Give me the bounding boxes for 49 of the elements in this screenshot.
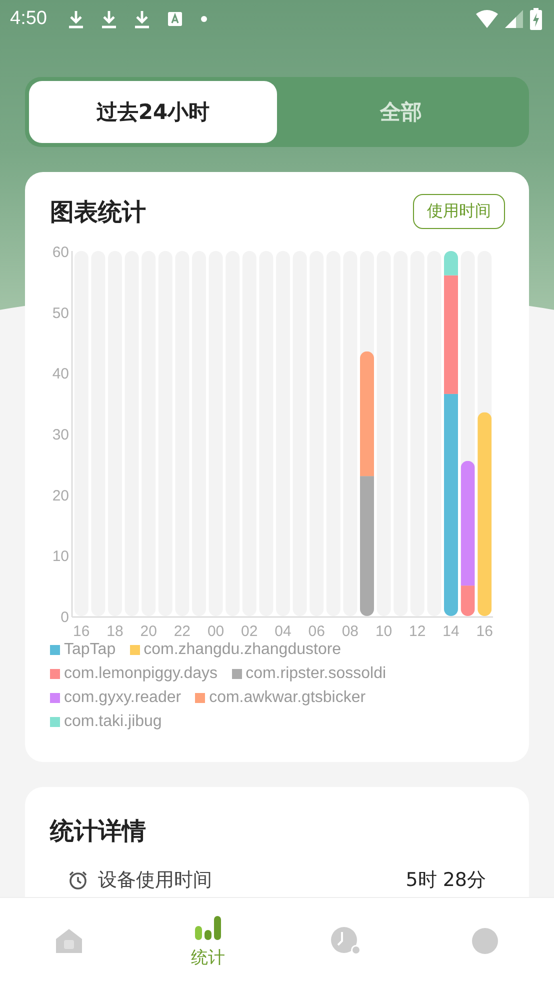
nav-tab[interactable]: 统计 — [138, 898, 277, 984]
row-label: 设备使用时间 — [98, 868, 213, 893]
x-tick-label: 16 — [73, 623, 90, 640]
card-title: 图表统计 — [50, 196, 146, 228]
notification-icon — [166, 11, 183, 27]
x-tick-label: 10 — [375, 623, 392, 640]
x-tick-label: 02 — [241, 623, 258, 640]
alarm-clock-icon — [68, 870, 88, 890]
legend-label: com.taki.jibug — [64, 712, 162, 732]
legend-label: com.gyxy.reader — [64, 688, 182, 708]
x-tick-label: 04 — [274, 623, 292, 640]
y-tick-label: 10 — [52, 548, 69, 566]
row-value: 5时 28分 — [406, 868, 486, 893]
legend-label: TapTap — [64, 640, 116, 660]
bar-chart-icon — [192, 914, 223, 942]
x-tick-label: 12 — [409, 623, 426, 640]
clock-icon — [330, 926, 362, 956]
battery-icon — [530, 8, 542, 30]
y-tick-label: 30 — [52, 426, 69, 444]
legend-label: com.lemonpiggy.days — [64, 664, 218, 684]
download-icon — [68, 9, 84, 29]
x-tick-label: 22 — [174, 623, 191, 640]
card-title: 统计详情 — [50, 816, 147, 847]
profile-icon — [470, 927, 499, 955]
wifi-icon — [476, 10, 498, 28]
y-tick-label: 20 — [52, 487, 69, 504]
y-tick-label: 50 — [52, 304, 69, 322]
signal-icon — [505, 10, 523, 28]
legend-label: com.zhangdu.zhangdustore — [144, 640, 342, 660]
x-tick-label: 06 — [308, 623, 325, 640]
x-tick-label: 00 — [207, 623, 224, 640]
dot-icon — [200, 15, 208, 23]
usage-time-button[interactable]: 使用时间 — [413, 194, 505, 229]
status-time: 4:50 — [10, 8, 47, 30]
y-tick-label: 40 — [52, 366, 69, 383]
download-icon — [100, 9, 117, 29]
y-tick-label: 0 — [60, 609, 69, 626]
download-icon — [134, 9, 150, 29]
x-tick-label: 16 — [476, 623, 493, 640]
x-tick-label: 20 — [140, 623, 157, 640]
x-tick-label: 14 — [442, 623, 460, 640]
range-tab[interactable]: 过去24小时 — [29, 81, 277, 143]
x-tick-label: 08 — [342, 623, 359, 640]
y-tick-label: 60 — [52, 244, 69, 261]
legend-label: com.awkwar.gtsbicker — [209, 688, 366, 708]
legend-label: com.ripster.sossoldi — [246, 664, 386, 684]
x-tick-label: 18 — [106, 623, 124, 640]
home-icon — [54, 927, 84, 955]
range-tab[interactable]: 全部 — [277, 81, 525, 143]
